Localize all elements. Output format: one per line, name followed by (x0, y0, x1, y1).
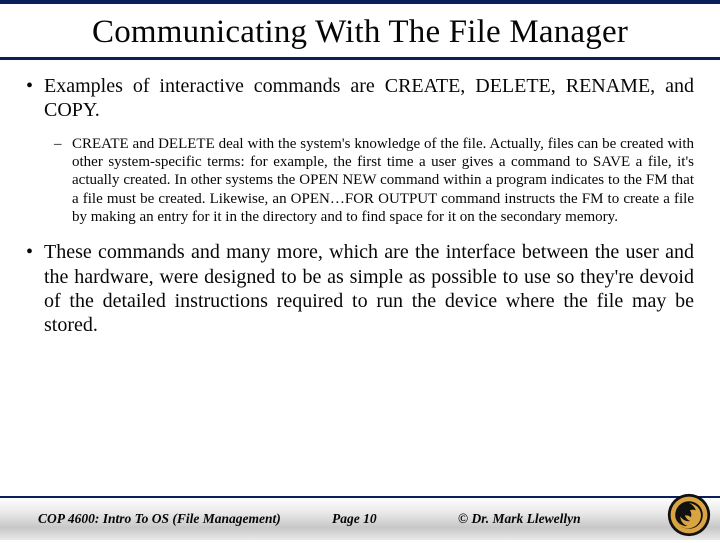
slide: Communicating With The File Manager • Ex… (0, 0, 720, 540)
ucf-pegasus-logo-icon (666, 492, 712, 538)
bullet-level2: – CREATE and DELETE deal with the system… (54, 135, 694, 226)
bullet-marker-icon: • (26, 240, 44, 338)
bullet-text: These commands and many more, which are … (44, 240, 694, 338)
bullet-level1: • Examples of interactive commands are C… (26, 74, 694, 123)
bullet-text: CREATE and DELETE deal with the system's… (72, 135, 694, 226)
slide-body: • Examples of interactive commands are C… (0, 66, 720, 540)
slide-footer: COP 4600: Intro To OS (File Management) … (0, 496, 720, 540)
bullet-text: Examples of interactive commands are CRE… (44, 74, 694, 123)
bullet-level1: • These commands and many more, which ar… (26, 240, 694, 338)
footer-course: COP 4600: Intro To OS (File Management) (10, 511, 332, 527)
dash-marker-icon: – (54, 135, 72, 226)
footer-page: Page 10 (332, 511, 458, 527)
footer-author: © Dr. Mark Llewellyn (458, 511, 640, 527)
slide-title: Communicating With The File Manager (0, 14, 720, 60)
bullet-marker-icon: • (26, 74, 44, 123)
